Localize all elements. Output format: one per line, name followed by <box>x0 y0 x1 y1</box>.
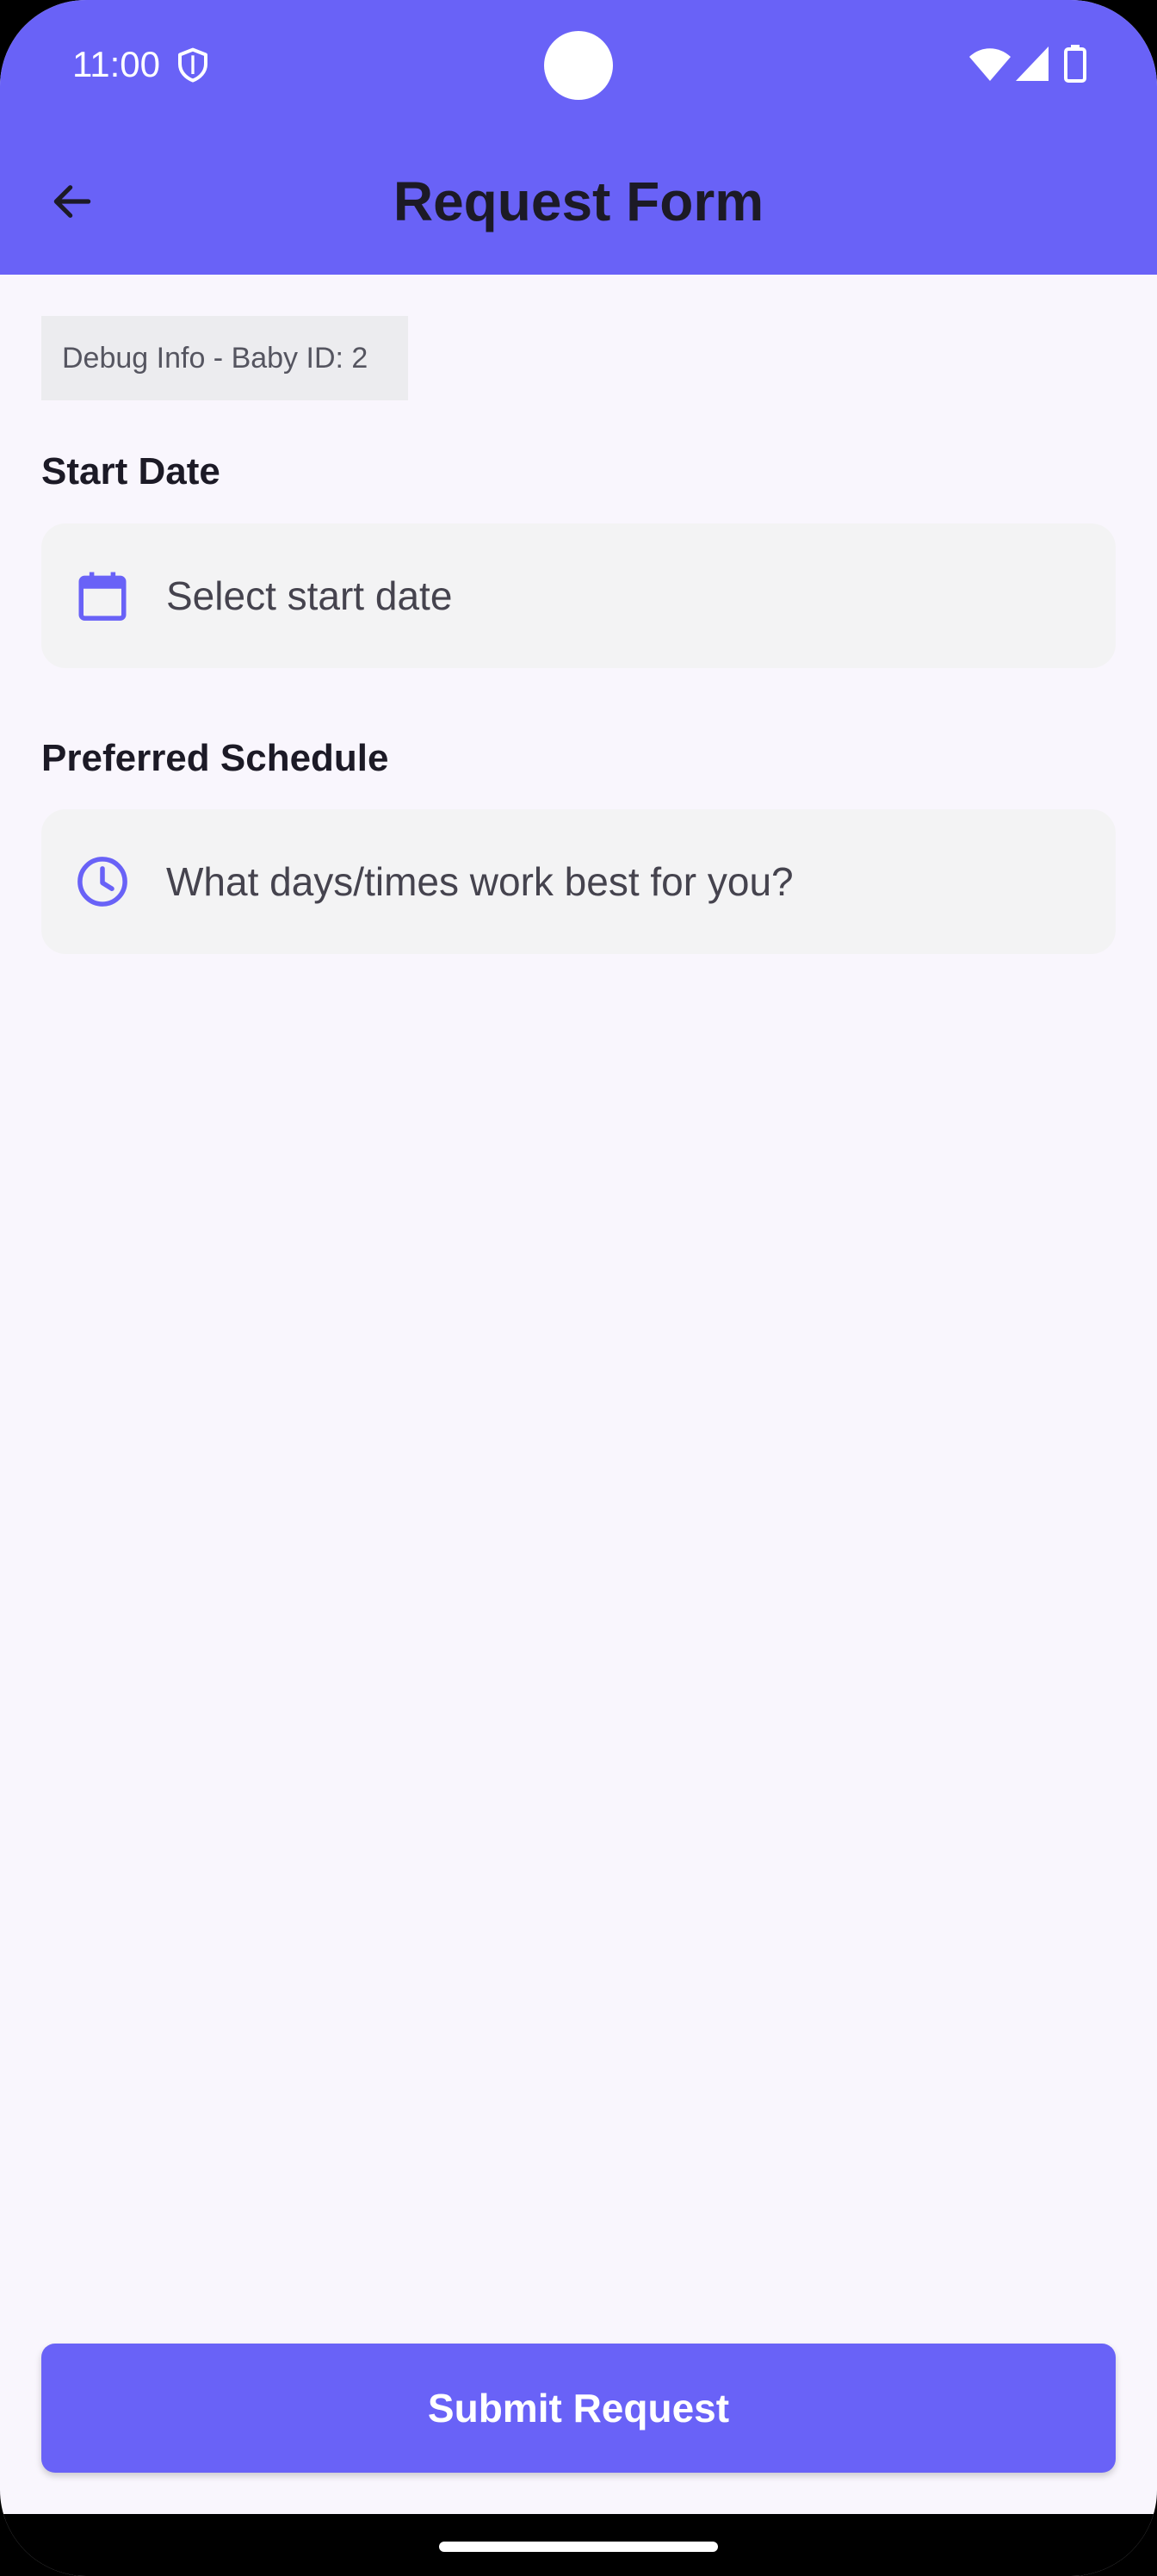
home-indicator[interactable] <box>439 2542 718 2552</box>
preferred-schedule-label: Preferred Schedule <box>41 737 389 779</box>
status-time: 11:00 <box>72 44 160 84</box>
wifi-icon <box>969 48 1011 81</box>
preferred-schedule-placeholder: What days/times work best for you? <box>166 859 794 904</box>
status-bar: 11:00 <box>0 0 1157 129</box>
shield-icon <box>178 47 207 83</box>
start-date-label: Start Date <box>41 450 220 492</box>
debug-info-chip: Debug Info - Baby ID: 2 <box>41 316 408 400</box>
clock-icon <box>77 857 127 907</box>
app-bar: Request Form <box>0 129 1157 275</box>
battery-icon <box>1064 45 1086 83</box>
preferred-schedule-field[interactable]: What days/times work best for you? <box>41 809 1116 954</box>
signal-icon <box>1016 46 1049 81</box>
front-camera <box>544 31 613 100</box>
phone-screen: 11:00 Request Form Debug Info - Baby ID:… <box>0 0 1157 2576</box>
start-date-field[interactable]: Select start date <box>41 523 1116 668</box>
start-date-placeholder: Select start date <box>166 573 453 618</box>
navigation-bar <box>0 2514 1157 2576</box>
calendar-icon <box>78 572 127 621</box>
submit-request-button[interactable]: Submit Request <box>41 2344 1116 2473</box>
page-title: Request Form <box>393 170 764 232</box>
